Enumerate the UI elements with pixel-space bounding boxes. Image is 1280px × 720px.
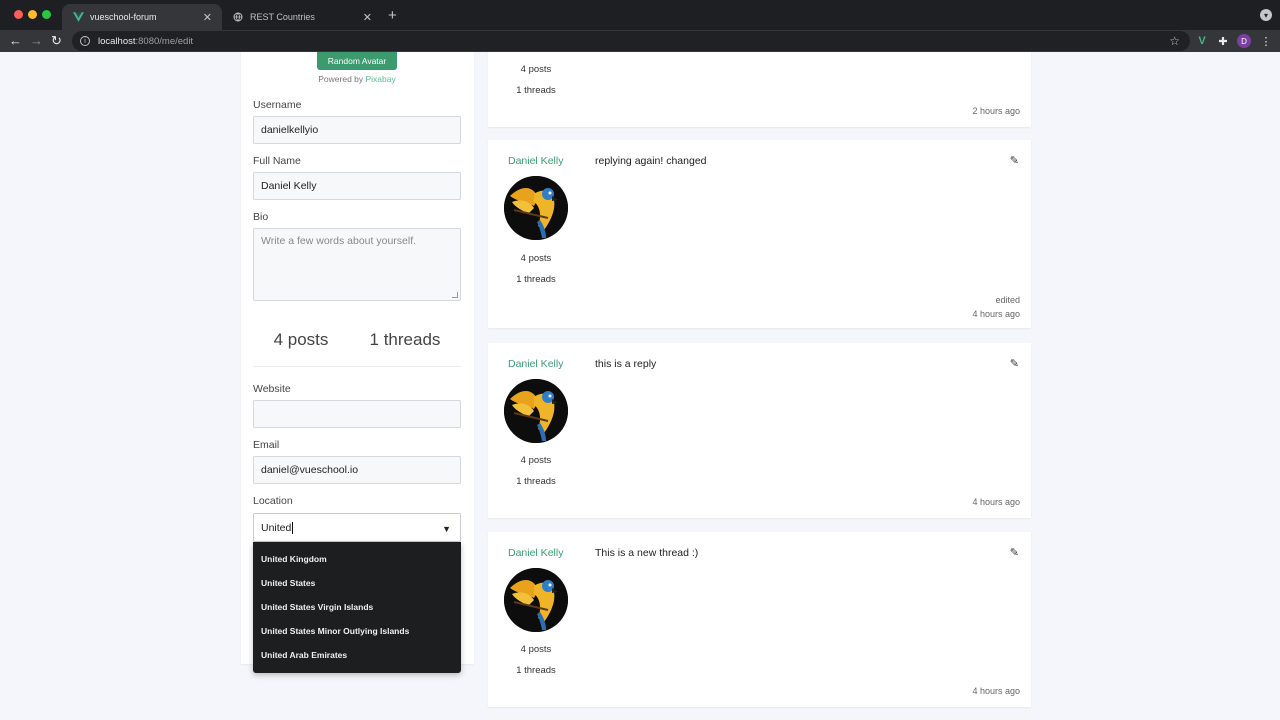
- post-card: Daniel Kelly 4 posts 1 threads replying …: [488, 140, 1031, 328]
- post-card: Daniel Kelly 4 posts 1 threads This is a…: [488, 532, 1031, 707]
- location-option[interactable]: United Arab Emirates: [253, 643, 461, 667]
- pixabay-link[interactable]: Pixabay: [366, 74, 396, 84]
- tab-search-icon[interactable]: ▾: [1260, 9, 1272, 21]
- threads-stat: 1 threads: [369, 330, 441, 349]
- bio-textarea[interactable]: Write a few words about yourself.: [253, 228, 461, 301]
- forward-arrow-icon[interactable]: →: [30, 32, 43, 50]
- author-avatar[interactable]: [504, 176, 568, 240]
- pencil-icon[interactable]: ✎: [1010, 154, 1019, 167]
- email-value: daniel@vueschool.io: [261, 464, 359, 476]
- browser-toolbar: ← → ↻ i localhost:8080/me/edit ☆ V ✚ D ⋮: [0, 30, 1280, 52]
- author-avatar[interactable]: [504, 379, 568, 443]
- username-label: Username: [253, 99, 302, 111]
- post-card: 4 posts 1 threads 2 hours ago: [488, 52, 1031, 127]
- tab-vueschool-forum[interactable]: vueschool-forum ✕: [62, 4, 222, 30]
- author-posts-count: 4 posts: [520, 455, 552, 466]
- pencil-icon[interactable]: ✎: [1010, 357, 1019, 370]
- post-card: Daniel Kelly 4 posts 1 threads this is a…: [488, 343, 1031, 518]
- posts-stat: 4 posts: [273, 330, 329, 349]
- post-text: replying again! changed: [595, 155, 707, 167]
- fullname-field[interactable]: Daniel Kelly: [253, 172, 461, 200]
- post-timestamp: 4 hours ago: [972, 686, 1020, 696]
- post-text: This is a new thread :): [595, 547, 699, 559]
- vue-devtools-icon[interactable]: V: [1195, 34, 1209, 48]
- post-text: this is a reply: [595, 358, 657, 370]
- location-input-value: United: [261, 521, 294, 534]
- edited-label: edited: [995, 295, 1020, 305]
- url-path: :8080/me/edit: [135, 35, 194, 47]
- resize-handle-icon[interactable]: [452, 292, 458, 298]
- fullname-value: Daniel Kelly: [261, 180, 317, 192]
- page-viewport: Random Avatar Powered by Pixabay Usernam…: [0, 52, 1280, 720]
- post-timestamp: 2 hours ago: [972, 106, 1020, 116]
- reload-icon[interactable]: ↻: [51, 32, 62, 50]
- pencil-icon[interactable]: ✎: [1010, 546, 1019, 559]
- post-author-link[interactable]: Daniel Kelly: [508, 547, 563, 559]
- tab-rest-countries[interactable]: REST Countries ✕: [222, 4, 382, 30]
- divider: [253, 366, 461, 367]
- minimize-window-button[interactable]: [28, 10, 37, 19]
- author-threads-count: 1 threads: [516, 274, 556, 285]
- powered-by-text: Powered by Pixabay: [257, 74, 457, 84]
- author-threads-count: 1 threads: [516, 85, 556, 96]
- url-host: localhost: [98, 35, 136, 47]
- location-option[interactable]: United States Virgin Islands: [253, 595, 461, 619]
- close-window-button[interactable]: [14, 10, 23, 19]
- location-option[interactable]: United States: [253, 571, 461, 595]
- website-field[interactable]: [253, 400, 461, 428]
- fullname-label: Full Name: [253, 155, 301, 167]
- globe-icon: [232, 11, 244, 23]
- bookmark-star-icon[interactable]: ☆: [1169, 34, 1180, 48]
- close-tab-icon[interactable]: ✕: [363, 11, 372, 24]
- email-field[interactable]: daniel@vueschool.io: [253, 456, 461, 484]
- vue-logo-icon: [72, 11, 84, 23]
- maximize-window-button[interactable]: [42, 10, 51, 19]
- location-label: Location: [253, 495, 293, 507]
- powered-by-label: Powered by: [318, 74, 366, 84]
- address-bar[interactable]: i localhost:8080/me/edit ☆: [72, 31, 1190, 51]
- tab-strip: vueschool-forum ✕ REST Countries ✕ + ▾: [0, 0, 1280, 30]
- more-menu-icon[interactable]: ⋮: [1259, 34, 1273, 48]
- post-timestamp: 4 hours ago: [972, 309, 1020, 319]
- author-threads-count: 1 threads: [516, 665, 556, 676]
- tab-title: vueschool-forum: [90, 12, 157, 22]
- bio-placeholder: Write a few words about yourself.: [261, 235, 417, 247]
- random-avatar-button[interactable]: Random Avatar: [317, 52, 397, 70]
- bio-label: Bio: [253, 211, 269, 223]
- author-posts-count: 4 posts: [520, 64, 552, 75]
- new-tab-icon[interactable]: +: [388, 7, 397, 24]
- back-arrow-icon[interactable]: ←: [9, 32, 22, 50]
- extensions-puzzle-icon[interactable]: ✚: [1216, 34, 1230, 48]
- location-select[interactable]: United ▼: [253, 513, 461, 542]
- profile-avatar-icon[interactable]: D: [1237, 34, 1251, 48]
- site-info-icon[interactable]: i: [80, 36, 90, 46]
- location-dropdown: United Kingdom United States United Stat…: [253, 542, 461, 673]
- author-threads-count: 1 threads: [516, 476, 556, 487]
- dropdown-arrow-icon[interactable]: ▼: [442, 524, 451, 534]
- website-label: Website: [253, 383, 291, 395]
- profile-stats: 4 posts 1 threads: [253, 330, 461, 350]
- post-author-link[interactable]: Daniel Kelly: [508, 358, 563, 370]
- browser-chrome: vueschool-forum ✕ REST Countries ✕ + ▾ ←…: [0, 0, 1280, 52]
- close-tab-icon[interactable]: ✕: [203, 11, 212, 24]
- username-value: danielkellyio: [261, 124, 319, 136]
- author-avatar[interactable]: [504, 568, 568, 632]
- post-timestamp: 4 hours ago: [972, 497, 1020, 507]
- author-posts-count: 4 posts: [520, 644, 552, 655]
- tab-title: REST Countries: [250, 12, 315, 22]
- email-label: Email: [253, 439, 280, 451]
- username-field[interactable]: danielkellyio: [253, 116, 461, 144]
- post-author-link[interactable]: Daniel Kelly: [508, 155, 563, 167]
- author-posts-count: 4 posts: [520, 253, 552, 264]
- location-option[interactable]: United States Minor Outlying Islands: [253, 619, 461, 643]
- location-option[interactable]: United Kingdom: [253, 547, 461, 571]
